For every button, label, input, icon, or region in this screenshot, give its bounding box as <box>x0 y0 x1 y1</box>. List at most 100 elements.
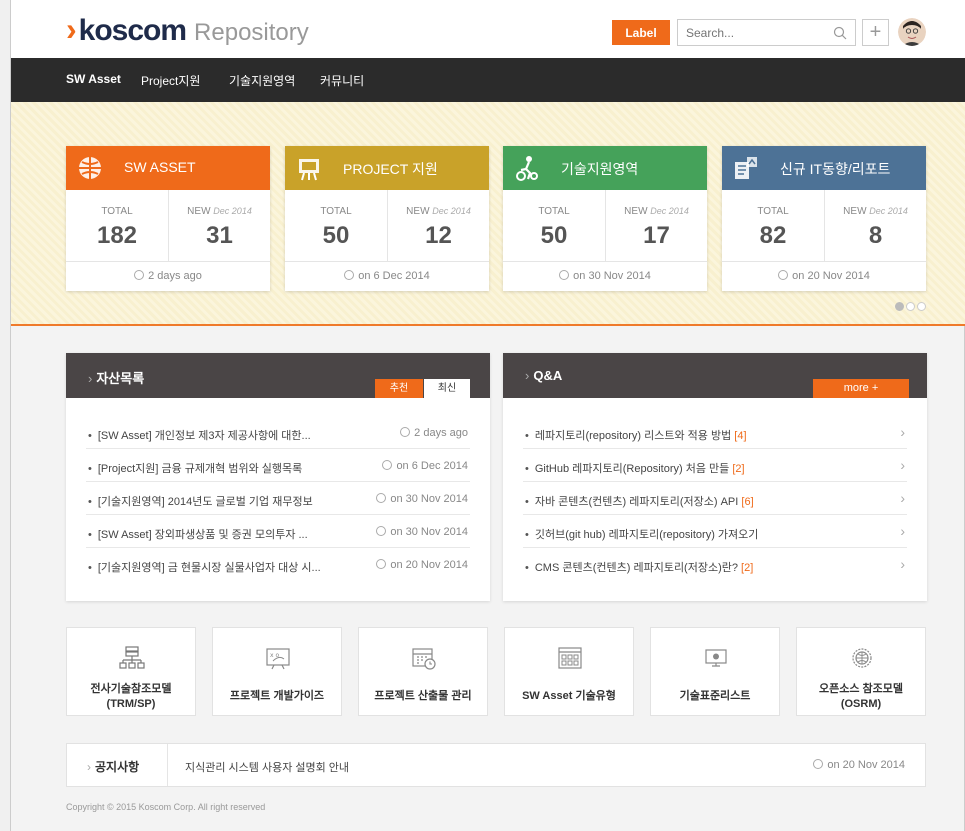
clock-icon <box>400 427 411 437</box>
header: › koscom Repository Label + <box>11 0 965 58</box>
list-item[interactable]: 레파지토리(repository) 리스트와 적용 방법 [4]› <box>523 416 907 449</box>
nav-item-community[interactable]: 커뮤니티 <box>320 72 364 89</box>
new-label: NEW Dec 2014 <box>624 206 689 217</box>
search-input[interactable] <box>686 23 826 42</box>
page-frame: › koscom Repository Label + SW Asset Pro… <box>10 0 965 831</box>
clock-icon <box>813 759 824 769</box>
total-label: TOTAL <box>757 206 789 217</box>
total-count: 182 <box>96 222 138 249</box>
globe-icon <box>79 157 101 179</box>
stat-card-updated: on 6 Dec 2014 <box>285 262 489 291</box>
asset-list: [SW Asset] 개인정보 제3자 제공사항에 대한...2 days ag… <box>86 416 470 581</box>
list-item[interactable]: [SW Asset] 개인정보 제3자 제공사항에 대한...2 days ag… <box>86 416 470 449</box>
monitor-icon <box>705 649 727 667</box>
chevron-right-icon: › <box>900 424 905 440</box>
logo-chevron: › <box>66 11 77 47</box>
stat-card-header: 기술지원영역 <box>503 146 707 190</box>
stat-card-title: 기술지원영역 <box>561 161 639 177</box>
logo[interactable]: › koscom Repository <box>66 11 309 47</box>
qa-panel: ›Q&A more + 레파지토리(repository) 리스트와 적용 방법… <box>503 353 927 601</box>
chevron-right-icon: › <box>900 457 905 473</box>
add-button[interactable]: + <box>862 19 889 46</box>
total-count: 50 <box>322 222 350 249</box>
list-item[interactable]: 자바 콘텐츠(컨텐츠) 레파지토리(저장소) API [6]› <box>523 482 907 515</box>
carousel-dot-2[interactable] <box>906 302 915 311</box>
main-nav: SW Asset Project지원 기술지원영역 커뮤니티 <box>11 58 965 102</box>
avatar-image <box>898 18 926 46</box>
avatar[interactable] <box>898 18 926 46</box>
list-item[interactable]: [SW Asset] 장외파생상품 및 증권 모의투자 ...on 30 Nov… <box>86 515 470 548</box>
new-count: 12 <box>425 222 452 249</box>
list-item[interactable]: GitHub 레파지토리(Repository) 처음 만들 [2]› <box>523 449 907 482</box>
notice-title: › 공지사항 <box>87 760 140 774</box>
logo-wordmark: koscom <box>78 14 187 47</box>
tile-dev-guide[interactable]: x o 프로젝트 개발가이즈 <box>212 627 342 716</box>
new-count: 31 <box>206 222 233 249</box>
new-count: 8 <box>868 222 883 249</box>
stat-card-updated: 2 days ago <box>66 262 270 291</box>
clock-icon <box>376 559 387 569</box>
carousel-dot-3[interactable] <box>917 302 926 311</box>
report-icon <box>735 157 757 179</box>
list-item[interactable]: [기술지원영역] 금 현물시장 실물사업자 대상 시...on 20 Nov 2… <box>86 548 470 581</box>
list-item[interactable]: [Project지원] 금융 규제개혁 범위와 실행목록on 6 Dec 201… <box>86 449 470 482</box>
nav-item-project[interactable]: Project지원 <box>141 72 200 89</box>
list-item[interactable]: [기술지원영역] 2014년도 글로벌 기업 재무정보on 30 Nov 201… <box>86 482 470 515</box>
chevron-right-icon: › <box>88 371 93 386</box>
nav-item-tech-support[interactable]: 기술지원영역 <box>229 72 295 89</box>
tile-osrm[interactable]: 오픈소스 참조모델 (OSRM) <box>796 627 926 716</box>
hero-stats: SW ASSET TOTAL 182 NEW Dec 2014 31 2 day… <box>11 102 965 326</box>
new-label: NEW Dec 2014 <box>843 206 908 217</box>
search-box <box>677 19 856 46</box>
tile-tech-standards[interactable]: 기술표준리스트 <box>650 627 780 716</box>
chevron-right-icon: › <box>900 523 905 539</box>
new-label: NEW Dec 2014 <box>187 206 252 217</box>
presentation-icon <box>299 159 319 181</box>
clock-icon <box>559 270 570 280</box>
search-icon[interactable] <box>833 26 847 40</box>
panel-title: › 자산목록 <box>88 371 145 386</box>
panel-title: › Q&A <box>525 368 563 383</box>
label-button[interactable]: Label <box>612 20 670 45</box>
tab-recommended[interactable]: 추천 <box>375 379 423 398</box>
more-button[interactable]: more + <box>813 379 909 398</box>
stat-card-it-trends[interactable]: 신규 IT동향/리포트 TOTAL 82 NEW Dec 2014 8 on 2… <box>722 146 926 291</box>
stat-card-project[interactable]: PROJECT 지원 TOTAL 50 NEW Dec 2014 12 on 6… <box>285 146 489 291</box>
stat-card-title: PROJECT 지원 <box>343 161 438 177</box>
gears-person-icon <box>516 156 538 181</box>
qa-list: 레파지토리(repository) 리스트와 적용 방법 [4]› GitHub… <box>523 416 907 581</box>
stat-card-header: 신규 IT동향/리포트 <box>722 146 926 190</box>
stat-card-header: PROJECT 지원 <box>285 146 489 190</box>
stat-card-sw-asset[interactable]: SW ASSET TOTAL 182 NEW Dec 2014 31 2 day… <box>66 146 270 291</box>
stat-card-tech-support[interactable]: 기술지원영역 TOTAL 50 NEW Dec 2014 17 on 30 No… <box>503 146 707 291</box>
carousel-dot-1[interactable] <box>895 302 904 311</box>
stat-card-updated: on 30 Nov 2014 <box>503 262 707 291</box>
nav-item-sw-asset[interactable]: SW Asset <box>66 72 121 86</box>
calendar-clock-icon <box>412 648 436 670</box>
asset-list-panel: ›자산목록 추천 최신 [SW Asset] 개인정보 제3자 제공사항에 대한… <box>66 353 490 601</box>
list-item[interactable]: CMS 콘텐츠(컨텐츠) 레파지토리(저장소)란? [2]› <box>523 548 907 581</box>
logo-subtitle: Repository <box>194 19 309 46</box>
notice-text[interactable]: 지식관리 시스템 사용자 설명회 안내 <box>185 759 349 775</box>
stat-card-title: 신규 IT동향/리포트 <box>780 161 891 177</box>
clock-icon <box>376 493 387 503</box>
globe-gear-icon <box>852 648 872 668</box>
total-count: 50 <box>540 222 568 249</box>
notice-bar[interactable]: › 공지사항 지식관리 시스템 사용자 설명회 안내 on 20 Nov 2014 <box>66 743 926 787</box>
carousel-pager <box>895 302 926 311</box>
chevron-right-icon: › <box>900 490 905 506</box>
chevron-right-icon: › <box>525 368 530 383</box>
stat-card-header: SW ASSET <box>66 146 270 190</box>
tile-trm[interactable]: 전사기술참조모델 (TRM/SP) <box>66 627 196 716</box>
grid-window-icon <box>558 647 582 669</box>
tab-latest[interactable]: 최신 <box>424 379 470 398</box>
total-label: TOTAL <box>320 206 352 217</box>
chevron-right-icon: › <box>900 556 905 572</box>
tile-deliverables[interactable]: 프로젝트 산출물 관리 <box>358 627 488 716</box>
copyright: Copyright © 2015 Koscom Corp. All right … <box>66 802 266 812</box>
total-label: TOTAL <box>101 206 133 217</box>
list-item[interactable]: 깃허브(git hub) 레파지토리(repository) 가져오기 › <box>523 515 907 548</box>
notice-date: on 20 Nov 2014 <box>813 759 905 771</box>
tile-sw-asset-type[interactable]: SW Asset 기술유형 <box>504 627 634 716</box>
new-count: 17 <box>643 222 670 249</box>
